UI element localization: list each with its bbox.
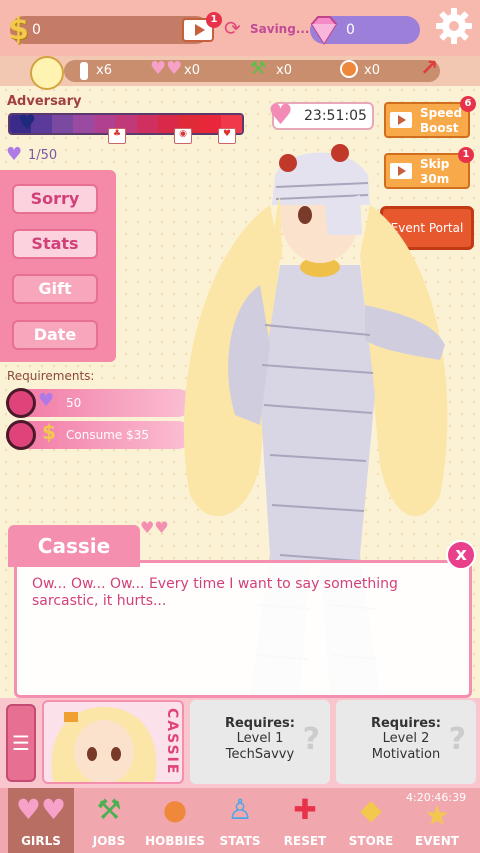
nav-jobs-label: JOBS <box>92 834 126 848</box>
resource-3-count: x0 <box>276 63 292 78</box>
close-dialog-button[interactable]: x <box>446 540 476 570</box>
menu-toggle-button[interactable]: ☰ <box>6 704 36 782</box>
dollar-icon: $ <box>42 420 56 444</box>
affection-heart-icon: ♥ <box>38 390 55 411</box>
girl-name-label: CASSIE <box>164 708 180 776</box>
speaker-name: Cassie <box>8 525 140 567</box>
ball-icon <box>340 60 358 78</box>
speed-boost-button[interactable]: Speed Boost <box>384 102 470 138</box>
question-mark-icon: ? <box>302 722 320 757</box>
requirement-consume-text: Consume $35 <box>66 428 149 442</box>
arrow-up-right-icon[interactable]: ↗ <box>420 56 438 81</box>
heart-icon: ♥ <box>18 110 36 134</box>
speed-boost-label: Speed Boost <box>420 106 463 135</box>
nav-jobs[interactable]: ⚒ JOBS <box>76 788 142 853</box>
dialog-text: Ow... Ow... Ow... Every time I want to s… <box>32 576 398 609</box>
nav-reset[interactable]: ✚ RESET <box>272 788 338 853</box>
nav-girls[interactable]: ♥♥ GIRLS <box>8 788 74 853</box>
diamond-icon <box>310 16 338 45</box>
nav-girls-label: GIRLS <box>21 834 61 848</box>
video-icon <box>390 112 412 128</box>
question-mark-icon: ? <box>448 722 466 757</box>
affection-value: 1/50 <box>28 148 58 163</box>
hearts-decoration: ♥♥ <box>140 518 169 537</box>
event-timer: 4:20:46:39 <box>406 791 467 804</box>
hourglass-icon[interactable] <box>30 56 64 90</box>
nav-stats-label: STATS <box>219 834 261 848</box>
resource-4-count: x0 <box>364 63 380 78</box>
timer-value: 23:51:05 <box>304 108 367 124</box>
locked-girl-card[interactable]: Requires: Level 2 Motivation ? <box>336 700 476 784</box>
nav-hobbies-label: HOBBIES <box>145 834 205 848</box>
gift-button[interactable]: Gift <box>12 274 98 304</box>
requirement-check-icon <box>6 420 36 450</box>
dollar-icon: $ <box>8 12 29 47</box>
sorry-button[interactable]: Sorry <box>12 184 98 214</box>
nav-reset-label: RESET <box>283 834 327 848</box>
locked-girl-card[interactable]: Requires: Level 1 TechSavvy ? <box>190 700 330 784</box>
requirements-label: Requirements: <box>7 369 95 383</box>
hearts-icon: ♥♥ <box>150 58 183 79</box>
nav-stats[interactable]: ♙ STATS <box>207 788 273 853</box>
person-icon: ♙ <box>227 793 253 826</box>
requirement-affection-text: 50 <box>66 396 82 410</box>
relationship-label: Adversary <box>7 94 82 109</box>
resource-1-count: x6 <box>96 63 112 78</box>
nav-store[interactable]: ◆ STORE <box>338 788 404 853</box>
affection-heart-icon: ♥ <box>6 144 23 165</box>
saving-status: Saving... <box>250 22 310 36</box>
hearts-icon: ♥♥ <box>15 793 67 826</box>
stats-button[interactable]: Stats <box>12 229 98 259</box>
nav-hobbies[interactable]: ● HOBBIES <box>142 788 208 853</box>
milestone-icon: ♣ <box>108 128 126 144</box>
sync-icon: ⟳ <box>224 16 241 40</box>
gear-icon[interactable] <box>434 6 474 46</box>
nav-event-label: EVENT <box>415 834 459 848</box>
nav-store-label: STORE <box>348 834 394 848</box>
ball-icon: ● <box>162 793 188 826</box>
date-button[interactable]: Date <box>12 320 98 350</box>
video-badge: 1 <box>206 12 222 28</box>
shovel-icon: ⚒ <box>250 58 267 79</box>
speed-boost-badge: 6 <box>460 96 476 112</box>
relationship-progress-bar <box>8 113 244 135</box>
shovel-icon: ⚒ <box>96 793 122 826</box>
resource-2-count: x0 <box>184 63 200 78</box>
capsule-icon <box>80 62 88 80</box>
reset-plus-icon: ✚ <box>293 793 317 826</box>
gem-icon: ◆ <box>360 793 382 826</box>
requirement-check-icon <box>6 388 36 418</box>
timer-heart-icon: ♥ <box>268 98 294 131</box>
cash-value: 0 <box>32 22 41 38</box>
gem-value: 0 <box>346 22 355 38</box>
